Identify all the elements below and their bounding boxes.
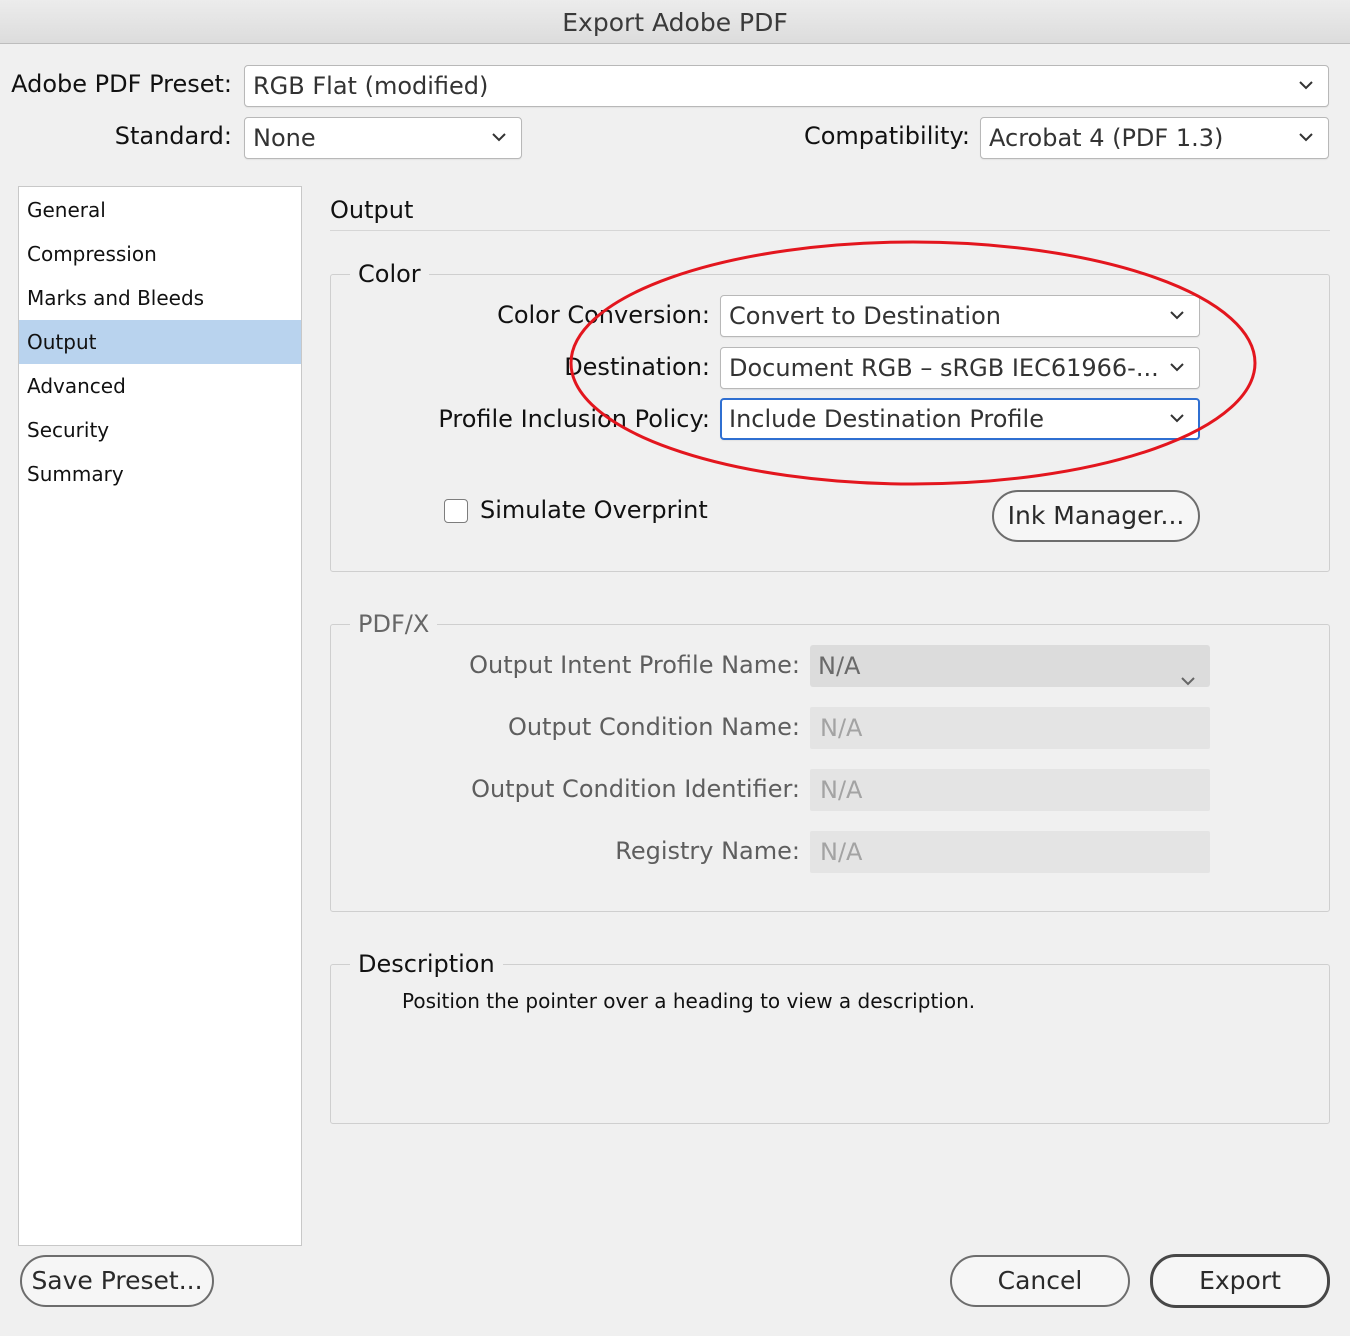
export-button[interactable]: Export [1150, 1254, 1330, 1308]
output-condition-identifier-label: Output Condition Identifier: [471, 775, 800, 803]
window-title-bar: Export Adobe PDF [0, 0, 1350, 44]
sidebar-item-summary[interactable]: Summary [19, 452, 301, 496]
simulate-overprint-checkbox[interactable] [444, 499, 468, 523]
color-group-legend: Color [350, 259, 429, 289]
output-intent-profile-select: N/A [810, 645, 1210, 687]
sidebar-item-general[interactable]: General [19, 188, 301, 232]
registry-name-field: N/A [810, 831, 1210, 873]
preset-value: RGB Flat (modified) [253, 72, 489, 100]
description-group [330, 964, 1330, 1124]
simulate-overprint-label: Simulate Overprint [480, 496, 708, 524]
output-intent-profile-value: N/A [818, 652, 861, 680]
title-divider [330, 230, 1330, 231]
sidebar-item-marks-and-bleeds[interactable]: Marks and Bleeds [19, 276, 301, 320]
output-condition-identifier-field: N/A [810, 769, 1210, 811]
annotation-ellipse [569, 240, 1257, 486]
save-preset-button[interactable]: Save Preset... [20, 1255, 214, 1307]
sidebar-item-security[interactable]: Security [19, 408, 301, 452]
chevron-down-icon [1298, 66, 1314, 106]
description-text: Position the pointer over a heading to v… [402, 989, 976, 1013]
registry-name-label: Registry Name: [615, 837, 800, 865]
standard-select[interactable]: None [244, 117, 522, 159]
standard-value: None [253, 124, 316, 152]
pdfx-group-legend: PDF/X [350, 609, 438, 639]
standard-label: Standard: [114, 122, 232, 150]
sidebar-item-advanced[interactable]: Advanced [19, 364, 301, 408]
window-title: Export Adobe PDF [562, 8, 788, 37]
sidebar-item-output[interactable]: Output [19, 320, 301, 364]
sidebar-item-compression[interactable]: Compression [19, 232, 301, 276]
chevron-down-icon [1180, 658, 1196, 700]
page-title: Output [330, 196, 414, 224]
compatibility-value: Acrobat 4 (PDF 1.3) [989, 124, 1224, 152]
output-intent-profile-label: Output Intent Profile Name: [469, 651, 800, 679]
output-condition-name-field: N/A [810, 707, 1210, 749]
compatibility-select[interactable]: Acrobat 4 (PDF 1.3) [980, 117, 1329, 159]
sidebar: General Compression Marks and Bleeds Out… [18, 186, 302, 1246]
output-condition-name-label: Output Condition Name: [507, 713, 800, 741]
compatibility-label: Compatibility: [803, 122, 970, 150]
cancel-button[interactable]: Cancel [950, 1255, 1130, 1307]
chevron-down-icon [1298, 118, 1314, 158]
preset-select[interactable]: RGB Flat (modified) [244, 65, 1329, 107]
preset-label: Adobe PDF Preset: [11, 70, 232, 98]
description-legend: Description [350, 949, 503, 979]
ink-manager-button[interactable]: Ink Manager... [992, 490, 1200, 542]
chevron-down-icon [491, 118, 507, 158]
